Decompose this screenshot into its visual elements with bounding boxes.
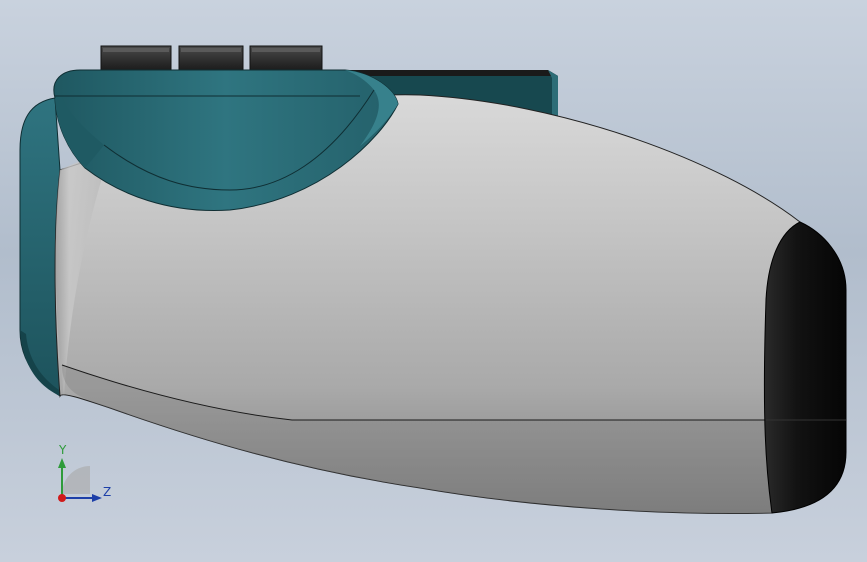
z-axis-label: Z [103, 485, 111, 499]
connector-block [249, 45, 323, 71]
cad-viewport[interactable]: Y Z [0, 0, 867, 562]
orientation-triad[interactable]: Y Z [44, 438, 124, 518]
connector-block [178, 45, 244, 71]
top-connectors [100, 45, 323, 71]
connector-block [100, 45, 172, 71]
black-nose [763, 221, 847, 514]
z-axis-arrow [92, 494, 102, 502]
3d-model-view[interactable] [0, 0, 867, 562]
y-axis-label: Y [58, 443, 67, 457]
triad-plane-shading [62, 466, 90, 494]
y-axis-arrow [58, 458, 66, 468]
x-axis-origin-icon [58, 494, 66, 502]
